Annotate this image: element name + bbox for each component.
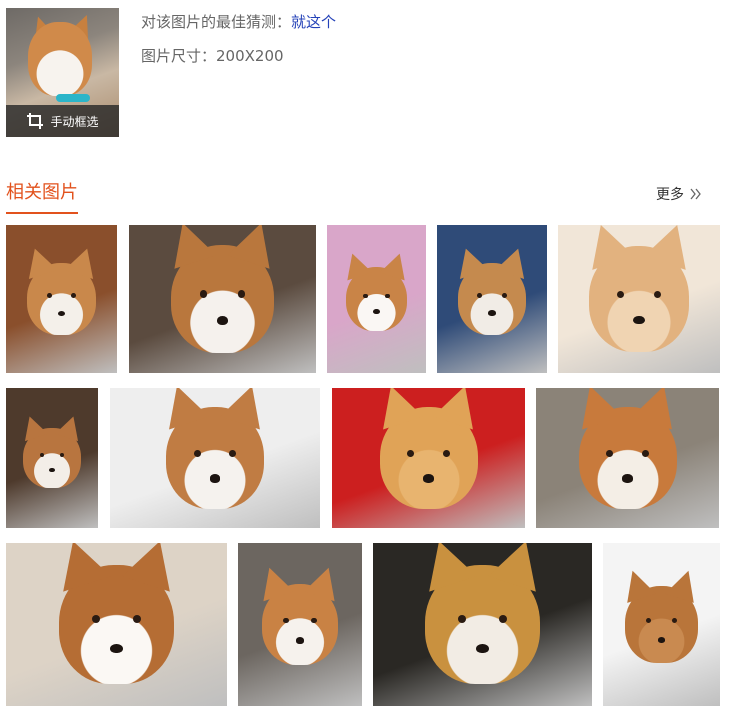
related-image-tan-mixed-breed-dog[interactable] <box>603 543 720 706</box>
best-guess-label: 对该图片的最佳猜测： <box>141 13 292 31</box>
dog-eye <box>91 614 100 623</box>
dog-eye <box>653 290 661 298</box>
manual-crop-label: 手动框选 <box>50 114 99 129</box>
related-image-puppy-on-floor[interactable] <box>6 543 227 706</box>
related-image-corgi-puppy-sitting[interactable] <box>238 543 362 706</box>
dog-eye <box>617 290 625 298</box>
dog-eye <box>311 618 317 624</box>
related-image-corgi-puppy-lying[interactable] <box>6 225 117 373</box>
dog-eye <box>407 449 415 457</box>
dog-nose <box>622 474 633 483</box>
image-size-value: 200X200 <box>216 47 284 65</box>
dog-eye <box>39 453 44 458</box>
double-chevron-right-icon <box>690 188 701 200</box>
image-info: 对该图片的最佳猜测：就这个 图片尺寸：200X200 <box>141 10 336 78</box>
related-image-papillon-on-leopard-blanket[interactable] <box>6 388 98 528</box>
dog-eye <box>229 449 237 457</box>
manual-crop-button[interactable]: 手动框选 <box>6 105 119 137</box>
related-image-pug-mix-red-background[interactable] <box>332 388 525 528</box>
dog-eye <box>200 290 208 298</box>
dog-nose <box>295 637 305 644</box>
best-guess-row: 对该图片的最佳猜测：就这个 <box>141 10 336 34</box>
dog-eye <box>499 614 508 623</box>
dog-nose <box>110 643 123 654</box>
related-image-corgi-outdoor-closeup[interactable] <box>536 388 719 528</box>
dog-nose <box>633 315 645 325</box>
thumb-dog-collar <box>56 94 90 102</box>
dog-eye <box>46 293 52 299</box>
dog-eye <box>457 614 466 623</box>
best-guess-link[interactable]: 就这个 <box>291 13 336 31</box>
related-image-chihuahua-puppies-in-box[interactable] <box>129 225 316 373</box>
image-size-row: 图片尺寸：200X200 <box>141 44 336 68</box>
dog-nose <box>423 474 434 483</box>
dog-nose <box>209 474 221 483</box>
query-image-preview[interactable]: 手动框选 <box>6 8 119 137</box>
related-image-chihuahua-pink-plaid[interactable] <box>327 225 426 373</box>
more-label: 更多 <box>656 187 684 203</box>
related-images-title: 相关图片 <box>6 178 78 214</box>
dog-eye <box>606 449 614 457</box>
related-image-dog-on-blue-chair[interactable] <box>373 543 592 706</box>
related-image-chihuahua-on-blue-couch[interactable] <box>437 225 547 373</box>
dog-nose <box>488 310 496 317</box>
dog-eye <box>501 293 507 299</box>
image-size-label: 图片尺寸： <box>141 47 217 65</box>
dog-eye <box>363 293 368 299</box>
dog-eye <box>385 293 390 299</box>
crop-icon <box>27 113 44 129</box>
dog-eye <box>133 614 142 623</box>
related-image-papillon-with-yellow-flowers[interactable] <box>110 388 320 528</box>
dog-eye <box>193 449 201 457</box>
dog-eye <box>442 449 450 457</box>
dog-nose <box>476 643 489 654</box>
related-image-tan-chihuahua-closeup[interactable] <box>558 225 720 373</box>
dog-nose <box>657 636 666 643</box>
thumb-dog-image <box>28 22 92 96</box>
dog-nose <box>216 316 229 325</box>
dog-eye <box>641 449 649 457</box>
dog-eye <box>237 290 245 298</box>
more-link[interactable]: 更多 <box>656 184 702 204</box>
